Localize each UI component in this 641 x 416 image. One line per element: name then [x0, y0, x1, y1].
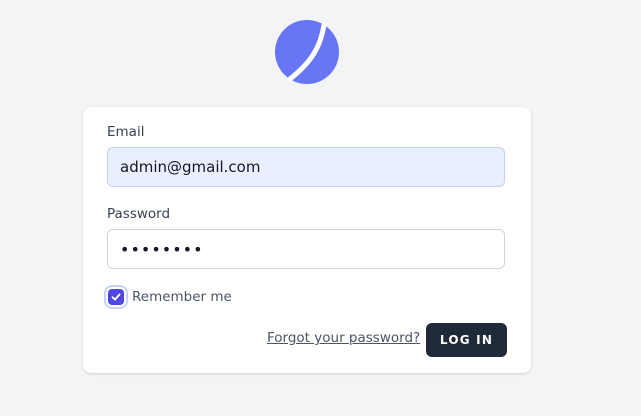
- login-button[interactable]: LOG IN: [426, 323, 507, 357]
- remember-me-label: Remember me: [132, 289, 232, 305]
- app-logo: [274, 19, 340, 85]
- password-label: Password: [107, 206, 171, 222]
- remember-me-row[interactable]: Remember me: [107, 287, 232, 307]
- login-card: Email Password Remember me Forgot your p…: [83, 107, 531, 373]
- email-label: Email: [107, 124, 145, 140]
- forgot-password-link[interactable]: Forgot your password?: [267, 330, 420, 346]
- checkmark-icon: [111, 293, 121, 301]
- remember-me-checkbox[interactable]: [108, 289, 124, 305]
- email-field[interactable]: [107, 147, 505, 187]
- crescent-logo-icon: [275, 20, 339, 84]
- password-field[interactable]: [107, 229, 505, 269]
